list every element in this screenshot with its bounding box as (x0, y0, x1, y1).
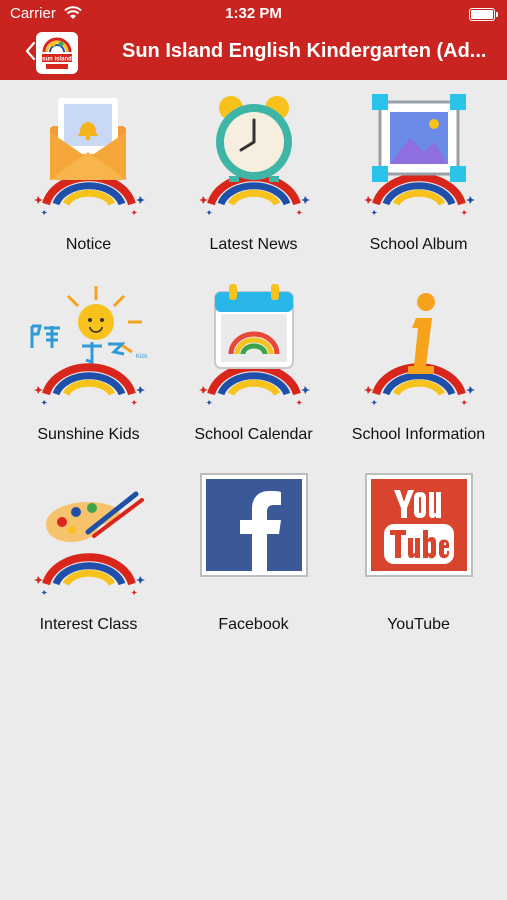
menu-item-school-calendar[interactable]: School Calendar (171, 282, 336, 472)
svg-text:sun island: sun island (42, 57, 72, 63)
paint-palette-icon (24, 491, 154, 602)
menu-item-facebook[interactable]: Facebook (171, 472, 336, 662)
menu-item-latest-news[interactable]: Latest News (171, 92, 336, 282)
menu-item-youtube[interactable]: YouTube (336, 472, 501, 662)
menu-label: School Album (369, 236, 468, 253)
menu-label: School Information (351, 426, 486, 443)
menu-label: Facebook (218, 616, 289, 633)
photo-frame-icon (354, 94, 484, 222)
info-icon (354, 293, 484, 412)
youtube-icon (364, 473, 473, 577)
menu-label: Interest Class (39, 616, 138, 633)
envelope-bell-icon (24, 98, 154, 222)
clock: 1:32 PM (225, 5, 282, 22)
menu-item-sunshine-kids[interactable]: Kids Sunshine Kids (6, 282, 171, 472)
menu-label: Latest News (209, 236, 298, 253)
menu-label: School Calendar (194, 426, 313, 443)
facebook-icon (199, 473, 308, 577)
menu-label: YouTube (387, 616, 450, 633)
menu-item-school-album[interactable]: School Album (336, 92, 501, 282)
menu-item-school-information[interactable]: School Information (336, 282, 501, 472)
menu-item-interest-class[interactable]: Interest Class (6, 472, 171, 662)
page-title: Sun Island English Kindergarten (Ad... (122, 40, 487, 62)
menu-item-notice[interactable]: Notice (6, 92, 171, 282)
school-logo: sun island (36, 32, 78, 74)
calendar-rainbow-icon (189, 284, 319, 412)
menu-grid: Notice Latest News School Album Kids Sun… (6, 92, 501, 662)
menu-label: Notice (65, 236, 112, 253)
alarm-clock-icon (189, 96, 319, 222)
svg-text:Kids: Kids (136, 354, 148, 360)
sunshine-kids-logo-icon: Kids (24, 286, 154, 412)
navigation-bar: sun island Sun Island English Kindergart… (0, 30, 507, 76)
top-bar: Carrier 1:32 PM sun island Sun Island En… (0, 0, 507, 80)
menu-label: Sunshine Kids (37, 426, 140, 443)
status-bar: Carrier 1:32 PM (0, 4, 507, 24)
battery-icon (469, 8, 498, 21)
